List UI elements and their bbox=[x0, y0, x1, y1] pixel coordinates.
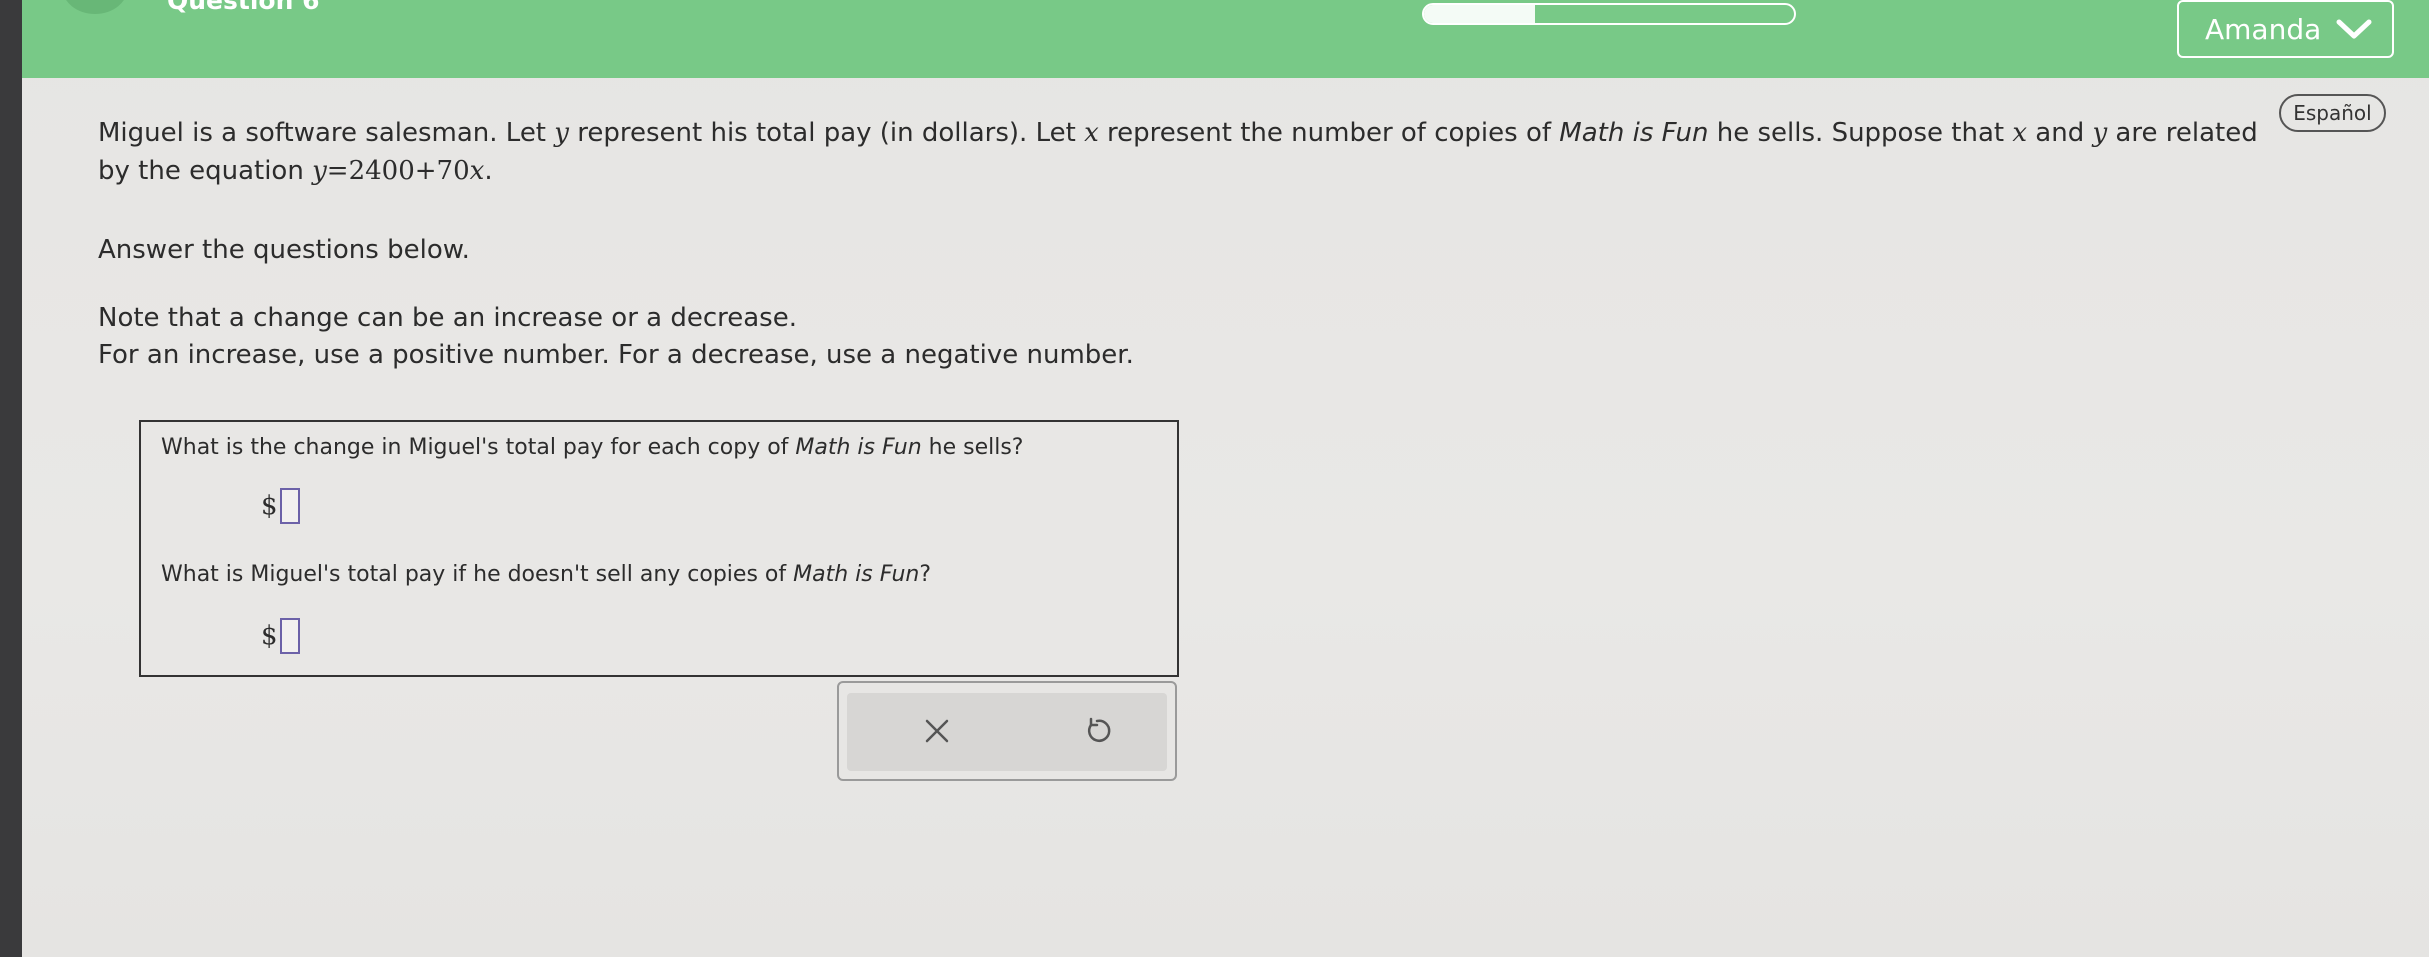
equation-lhs: y bbox=[312, 156, 327, 186]
answer-input-1[interactable] bbox=[279, 488, 300, 524]
problem-text: and bbox=[2027, 118, 2093, 148]
question-text: he sells? bbox=[921, 435, 1024, 460]
header-bar: Question 6 Amanda bbox=[22, 0, 2429, 78]
product-name: Math is Fun bbox=[793, 562, 920, 587]
question-screen: Question 6 Amanda Español Miguel is a so… bbox=[22, 0, 2429, 957]
language-toggle-button[interactable]: Español bbox=[2279, 94, 2386, 132]
equation-equals: = bbox=[326, 156, 349, 186]
answer-row-1: $ bbox=[261, 488, 300, 524]
undo-icon bbox=[1087, 717, 1111, 742]
question-text: What is Miguel's total pay if he doesn't… bbox=[161, 562, 794, 587]
question-2-text: What is Miguel's total pay if he doesn't… bbox=[161, 562, 931, 587]
product-name: Math is Fun bbox=[1559, 118, 1709, 148]
equation-constant: 2400 bbox=[348, 156, 415, 186]
note-line-2: For an increase, use a positive number. … bbox=[98, 340, 1134, 370]
dollar-sign: $ bbox=[261, 491, 278, 521]
undo-button[interactable] bbox=[1077, 711, 1117, 751]
equation-coefficient: 70 bbox=[436, 156, 470, 186]
chevron-down-icon bbox=[2336, 19, 2372, 39]
dollar-sign: $ bbox=[261, 621, 278, 651]
problem-text: represent the number of copies of bbox=[1098, 118, 1560, 148]
variable-y: y bbox=[2092, 118, 2108, 148]
close-icon bbox=[925, 719, 949, 743]
progress-bar bbox=[1422, 3, 1796, 25]
note-line-1: Note that a change can be an increase or… bbox=[98, 303, 797, 333]
note: Note that a change can be an increase or… bbox=[98, 300, 1134, 374]
actions-inner bbox=[847, 693, 1167, 771]
problem-text: represent his total pay (in dollars). Le… bbox=[568, 118, 1085, 148]
questions-box: What is the change in Miguel's total pay… bbox=[139, 420, 1179, 677]
product-name: Math is Fun bbox=[795, 435, 922, 460]
problem-text: he sells. Suppose that bbox=[1708, 118, 2013, 148]
progress-fill bbox=[1424, 5, 1535, 23]
problem-text: . bbox=[484, 156, 493, 186]
answer-input-2[interactable] bbox=[279, 618, 300, 654]
variable-x: x bbox=[2012, 118, 2028, 148]
question-text: ? bbox=[919, 562, 932, 587]
equation-variable: x bbox=[469, 156, 485, 186]
clear-button[interactable] bbox=[917, 711, 957, 751]
user-menu-button[interactable]: Amanda bbox=[2177, 0, 2394, 58]
question-1-text: What is the change in Miguel's total pay… bbox=[161, 435, 1023, 460]
answer-intro: Answer the questions below. bbox=[98, 235, 470, 265]
variable-x: x bbox=[1084, 118, 1099, 148]
question-label: Question 6 bbox=[167, 0, 320, 15]
question-text: What is the change in Miguel's total pay… bbox=[161, 435, 796, 460]
variable-y: y bbox=[554, 118, 569, 148]
answer-actions-panel bbox=[837, 681, 1177, 781]
problem-statement: Miguel is a software salesman. Let y rep… bbox=[98, 114, 2258, 190]
problem-text: Miguel is a software salesman. Let bbox=[98, 118, 555, 148]
equation-plus: + bbox=[414, 156, 437, 186]
menu-circle[interactable] bbox=[62, 0, 128, 14]
answer-row-2: $ bbox=[261, 618, 300, 654]
user-name: Amanda bbox=[2205, 12, 2322, 46]
